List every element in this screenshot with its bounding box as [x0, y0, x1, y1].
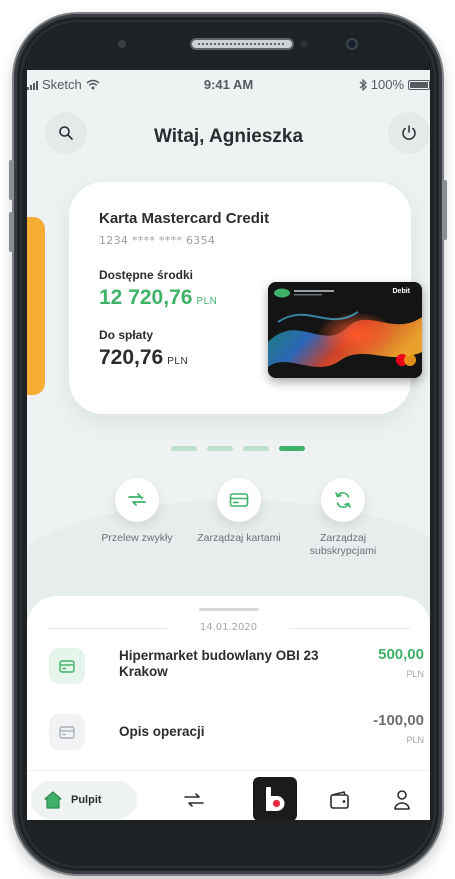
bank-card-type: Debit: [392, 288, 411, 295]
transaction-row[interactable]: Opis operacji -100,00 PLN: [27, 710, 430, 766]
bluetooth-icon: [359, 78, 367, 91]
carousel-dot-active[interactable]: [279, 446, 305, 451]
transfer-icon: [184, 793, 204, 807]
action-transfer-bubble: [115, 478, 159, 522]
available-value: 12 720,76: [99, 286, 193, 309]
bottom-tab-bar: Pulpit: [27, 770, 430, 820]
action-transfer-label: Przelew zwykły: [101, 532, 173, 544]
carousel-dot[interactable]: [243, 446, 269, 451]
action-subscriptions-bubble: [321, 478, 365, 522]
front-camera: [346, 38, 358, 50]
greeting-title: Witaj, Agnieszka: [153, 126, 304, 147]
action-cards[interactable]: Zarządzaj kartami: [189, 478, 289, 545]
volume-up-button: [9, 160, 14, 200]
action-cards-label: Zarządzaj kartami: [197, 532, 281, 544]
power-side-button: [442, 180, 447, 240]
carousel-dot[interactable]: [207, 446, 233, 451]
transaction-amount: 500,00 PLN: [378, 646, 424, 679]
carousel-dot[interactable]: [171, 446, 197, 451]
tab-transfers[interactable]: [177, 783, 211, 817]
due-label: Do spłaty: [99, 328, 154, 342]
header: Witaj, Agnieszka: [27, 110, 430, 160]
transfer-icon: [128, 493, 146, 506]
tab-wallet[interactable]: [323, 783, 357, 817]
speaker-grille: [198, 43, 286, 45]
card-icon: [229, 493, 249, 507]
transaction-amount: -100,00 PLN: [373, 712, 424, 745]
action-subscriptions[interactable]: Zarządzaj subskrypcjami: [293, 478, 393, 558]
transactions-date: 14.01.2020: [47, 622, 410, 636]
card-artwork: [268, 282, 422, 378]
action-transfer[interactable]: Przelew zwykły: [87, 478, 187, 545]
light-sensor: [300, 41, 308, 47]
tab-bank-logo[interactable]: [253, 777, 297, 820]
battery-icon: [408, 79, 430, 90]
transaction-icon-wrap: [49, 714, 85, 750]
transaction-name: Opis operacji: [119, 724, 205, 739]
transaction-currency: PLN: [406, 735, 424, 745]
volume-down-button: [9, 212, 14, 252]
available-currency: PLN: [196, 296, 218, 307]
proximity-dot: [118, 40, 126, 48]
card-icon: [59, 725, 75, 739]
transaction-currency: PLN: [406, 669, 424, 679]
refresh-icon: [335, 492, 351, 508]
bank-card-image: Debit: [268, 282, 422, 378]
card-number: 1234 **** **** 6354: [99, 234, 216, 247]
card-title: Karta Mastercard Credit: [99, 210, 270, 227]
tab-home-label: Pulpit: [71, 794, 102, 806]
due-currency: PLN: [167, 356, 189, 367]
tab-home[interactable]: Pulpit: [31, 781, 137, 819]
available-label: Dostępne środki: [99, 268, 194, 282]
battery-percent: 100%: [370, 77, 404, 92]
app-screen: Sketch 9:41 AM 100% Witaj, Agnieszka Kar…: [27, 70, 430, 820]
sheet-grabber[interactable]: [199, 608, 259, 611]
action-subscriptions-label: Zarządzaj subskrypcjami: [309, 532, 377, 557]
transaction-name: Hipermarket budowlany OBI 23 Krakow: [119, 648, 319, 679]
card-icon: [59, 659, 75, 673]
transaction-row[interactable]: Hipermarket budowlany OBI 23 Krakow 500,…: [27, 644, 430, 700]
due-amount: 720,76 PLN: [99, 346, 188, 370]
bank-logo-icon: [266, 787, 285, 811]
available-amount: 12 720,76 PLN: [99, 286, 217, 310]
status-bar: Sketch 9:41 AM 100%: [27, 70, 430, 98]
phone-chin: [40, 824, 416, 860]
home-icon: [44, 791, 62, 809]
logout-button[interactable]: [388, 112, 430, 154]
carousel-indicator: [171, 446, 305, 451]
account-card[interactable]: Karta Mastercard Credit 1234 **** **** 6…: [69, 182, 422, 414]
transaction-amount-value: -100,00: [373, 712, 424, 729]
tab-profile[interactable]: [385, 783, 419, 817]
profile-icon: [394, 790, 410, 810]
due-value: 720,76: [99, 346, 164, 369]
wallet-icon: [330, 791, 349, 809]
status-right: 100%: [359, 77, 430, 92]
power-icon: [402, 125, 416, 140]
action-cards-bubble: [217, 478, 261, 522]
previous-card-peek[interactable]: [27, 217, 45, 395]
transaction-icon-wrap: [49, 648, 85, 684]
transaction-amount-value: 500,00: [378, 646, 424, 663]
